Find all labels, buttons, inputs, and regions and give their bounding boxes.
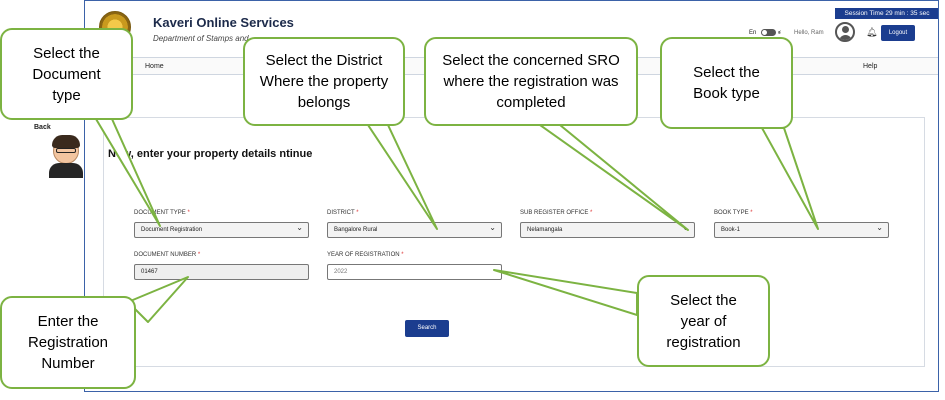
- search-button[interactable]: Search: [405, 320, 449, 337]
- district-label: DISTRICT *: [327, 210, 359, 216]
- document-type-select[interactable]: Document Registration: [134, 221, 309, 238]
- sro-label: SUB REGISTER OFFICE *: [520, 210, 593, 216]
- callout-document-type: Select the Document type: [0, 28, 133, 120]
- bell-icon[interactable]: 🔔︎: [866, 27, 877, 38]
- year-label: YEAR OF REGISTRATION *: [327, 252, 404, 258]
- app-title: Kaveri Online Services: [153, 15, 294, 30]
- district-select[interactable]: Bangalore Rural: [327, 221, 502, 238]
- sro-select[interactable]: Nelamangala: [520, 221, 695, 238]
- callout-year: Select the year of registration: [637, 275, 770, 367]
- book-type-select[interactable]: Book-1: [714, 221, 889, 238]
- document-type-label: DOCUMENT TYPE *: [134, 210, 190, 216]
- greeting: Hello, Ram: [794, 30, 824, 36]
- session-timer: Session Time 29 min : 35 sec: [835, 8, 938, 19]
- callout-registration-number: Enter the Registration Number: [0, 296, 136, 389]
- logout-button[interactable]: Logout: [881, 25, 915, 41]
- user-avatar-icon[interactable]: [835, 22, 855, 42]
- language-toggle[interactable]: [761, 29, 776, 36]
- back-link[interactable]: Back: [34, 124, 51, 131]
- assistant-avatar: [46, 132, 86, 178]
- year-input[interactable]: 2022: [327, 264, 502, 280]
- callout-book-type: Select the Book type: [660, 37, 793, 129]
- nav-home[interactable]: Home: [145, 63, 164, 70]
- callout-sro: Select the concerned SRO where the regis…: [424, 37, 638, 126]
- document-number-input[interactable]: 01467: [134, 264, 309, 280]
- lang-en[interactable]: En: [749, 30, 756, 36]
- document-number-label: DOCUMENT NUMBER *: [134, 252, 201, 258]
- page-headline: Now, enter your property details ntinue: [108, 148, 313, 160]
- lang-kn[interactable]: ಕ: [778, 30, 781, 37]
- book-type-label: BOOK TYPE *: [714, 210, 753, 216]
- nav-help[interactable]: Help: [863, 63, 877, 70]
- callout-district: Select the District Where the property b…: [243, 37, 405, 126]
- app-subtitle: Department of Stamps and: [153, 34, 249, 43]
